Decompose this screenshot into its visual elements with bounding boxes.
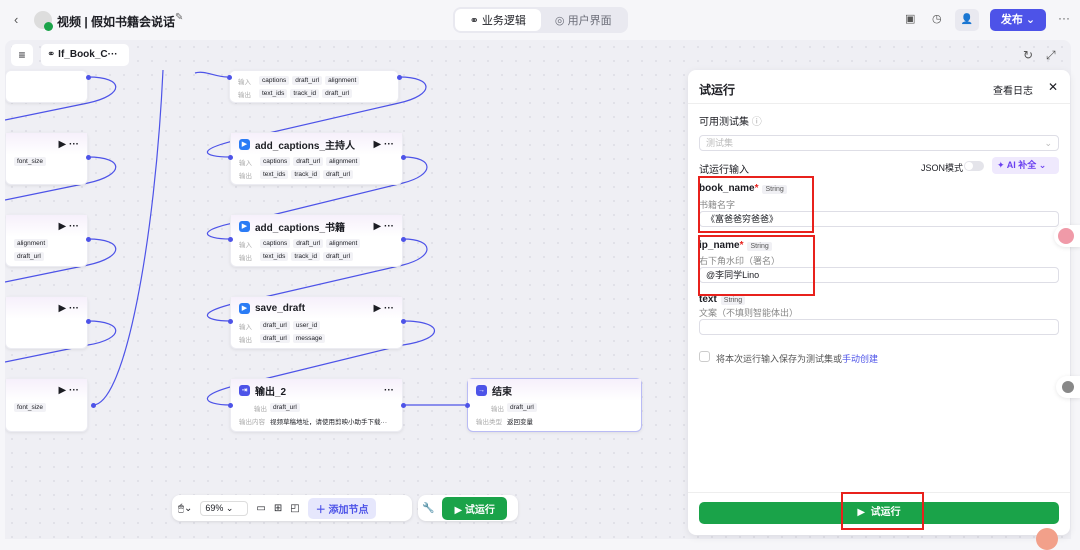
end-icon: → [476,384,487,396]
publish-button[interactable]: 发布 ⌄ [990,9,1046,31]
highlight-box [841,492,924,530]
collaborators-icon[interactable]: 👤 [955,9,979,31]
input-label: 试运行输入 [699,165,749,176]
plugin-icon: ▶ [239,302,250,314]
workflow-name-chip[interactable]: ⚭ If_Book_C··· [41,44,129,66]
field-desc: 文案（不填则智能体出） [699,308,799,318]
node-end[interactable]: → 结束 输出 draft_url 输出类型 返回变量 [467,378,642,432]
floating-avatar[interactable] [1036,528,1058,550]
edit-icon[interactable]: ✎ [175,12,183,23]
view-log-link[interactable]: 查看日志 [993,82,1033,97]
manual-create-link[interactable]: 手动创建 [842,354,878,364]
minimap-icon[interactable]: ◰ [290,503,299,514]
app-title: 视频 | 假如书籍会说话 [57,15,176,29]
zoom-select[interactable]: 69% ⌄ [200,500,249,516]
more-icon[interactable]: ··· [1058,11,1070,25]
node-save-draft[interactable]: ▶ save_draft ▶ ··· 输入 draft_url user_id 输出 dr… [230,296,403,349]
node-partial-2[interactable]: ▶ ··· alignment draft_url [5,214,88,267]
canvas-run-button[interactable]: ▶ 试运行 [442,496,507,520]
assistant-button[interactable] [1056,376,1080,398]
plugin-icon: ▶ [239,220,250,232]
debug-icon[interactable]: 🔧 [422,503,434,514]
add-node-button[interactable]: ＋ 添加节点 [307,497,377,519]
history-icon[interactable]: ◷ [932,12,942,25]
save-testset-checkbox[interactable] [699,351,710,362]
mouse-mode-icon[interactable]: 🖱⌄ [178,503,192,514]
json-mode-label: JSON模式 [921,163,964,173]
testset-label: 可用测试集 ⓘ [699,117,762,128]
node-partial-1[interactable]: ▶ ··· font_size [5,132,88,185]
json-mode-toggle[interactable] [964,161,984,171]
tab-business-logic[interactable]: ⚭ 业务逻辑 [455,9,541,31]
expand-icon[interactable]: ⤢ [1046,48,1056,63]
package-icon[interactable]: ▣ [905,12,915,25]
node-partial-0[interactable] [5,70,88,103]
plugin-icon: ▶ [239,138,250,150]
save-testset-label: 将本次运行输入保存为测试集或手动创建 [716,354,879,364]
panel-title: 试运行 [699,83,736,97]
text-input[interactable] [699,319,1059,335]
node-add-captions-host[interactable]: ▶ add_captions_主持人 ▶ ··· 输入 captions draft_u… [230,132,403,185]
back-icon[interactable]: ‹ [14,12,18,27]
output-icon: ⇥ [239,384,250,396]
testset-select[interactable]: 测试集 ⌄ [699,135,1059,151]
translate-button[interactable] [1054,225,1080,247]
test-run-panel: 试运行 查看日志 ✕ 可用测试集 ⓘ 测试集 ⌄ 试运行输入 JSON模式 ✦ A… [688,70,1070,535]
ai-fill-button[interactable]: ✦ AI 补全 ⌄ [992,157,1059,174]
view-switch: ⚭ 业务逻辑 ◎ 用户界面 [453,7,628,33]
tab-user-interface[interactable]: ◎ 用户界面 [541,9,627,31]
check-badge-icon [44,22,53,31]
sidebar-toggle-icon[interactable]: ≡ [11,44,33,66]
comment-icon[interactable]: ▭ [256,503,265,514]
node-add-captions-0[interactable]: 输入 captions draft_url alignment 输出 text_ids t… [229,70,399,103]
node-partial-3[interactable]: ▶ ··· [5,296,88,349]
node-add-captions-book[interactable]: ▶ add_captions_书籍 ▶ ··· 输入 captions draft_ur… [230,214,403,267]
run-toolbar: 🔧 ▶ 试运行 [418,495,518,521]
top-bar: ‹ 视频 | 假如书籍会说话 ✎ ⚭ 业务逻辑 ◎ 用户界面 ▣ ◷ 👤 发布 … [0,0,1080,40]
canvas-toolbar: 🖱⌄ 69% ⌄ ▭ ⊞ ◰ ＋ 添加节点 [172,495,412,521]
node-output-2[interactable]: ⇥ 输出_2 ··· 输出 draft_url 输出内容 视频草稿地址，请使用剪映小助手… [230,378,403,432]
highlight-box [698,176,814,233]
close-icon[interactable]: ✕ [1048,80,1058,94]
refresh-icon[interactable]: ↻ [1023,48,1033,62]
divider [688,103,1070,104]
layout-icon[interactable]: ⊞ [274,503,282,514]
node-partial-4[interactable]: ▶ ··· font_size [5,378,88,432]
highlight-box [698,235,815,296]
